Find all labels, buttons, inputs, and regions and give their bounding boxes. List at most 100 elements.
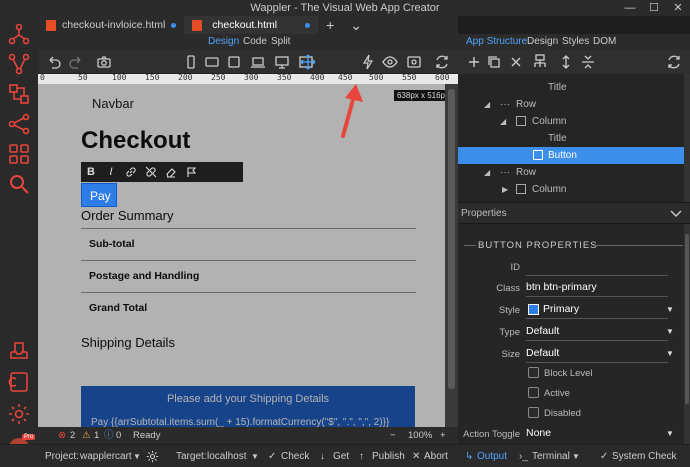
chevron-down-icon[interactable]: ▼ <box>133 445 141 467</box>
italic-button[interactable]: I <box>101 162 121 182</box>
tree-node-title[interactable]: Title <box>458 79 684 96</box>
style-select[interactable]: Primary <box>543 303 579 315</box>
expanded-caret-icon[interactable]: ◢ <box>484 96 490 113</box>
move-arrows-icon[interactable] <box>300 54 316 70</box>
tab-design-view[interactable]: Design <box>208 34 239 50</box>
resources-icon[interactable] <box>7 370 31 394</box>
properties-header[interactable]: Properties <box>458 202 690 224</box>
components-icon[interactable] <box>7 142 31 166</box>
type-select[interactable]: Default <box>526 325 559 337</box>
tree-node-column[interactable]: ▶ Column <box>458 181 684 198</box>
scroll-thumb[interactable] <box>685 234 689 404</box>
properties-scrollbar[interactable] <box>684 224 690 444</box>
tab-checkout[interactable]: checkout.html <box>184 16 319 34</box>
app-connect-icon[interactable] <box>7 22 31 46</box>
refresh-structure-icon[interactable] <box>666 54 682 70</box>
tree-node-row[interactable]: ◢ ··· Row <box>458 164 684 181</box>
abort-button[interactable]: Abort <box>424 445 448 467</box>
dropdown-caret-icon[interactable]: ▼ <box>666 305 674 314</box>
chevron-down-icon[interactable]: ▼ <box>251 445 259 467</box>
project-select[interactable]: wapplercart <box>80 445 132 467</box>
pay-button[interactable]: Pay <box>81 183 117 207</box>
project-settings-gear-icon[interactable] <box>146 450 159 463</box>
zoom-in-button[interactable]: + <box>440 427 446 444</box>
camera-icon[interactable] <box>96 54 112 70</box>
tree-node-row[interactable]: ◢ ··· Row <box>458 96 684 113</box>
bold-button[interactable]: B <box>81 162 101 182</box>
size-select[interactable]: Default <box>526 347 559 359</box>
active-checkbox[interactable] <box>528 387 539 398</box>
flag-icon[interactable] <box>181 162 201 182</box>
tablet-landscape-icon[interactable] <box>204 54 220 70</box>
tablet-icon[interactable] <box>226 54 242 70</box>
mobile-device-icon[interactable] <box>183 54 199 70</box>
tab-list-button[interactable]: ⌄ <box>342 16 370 34</box>
chevron-down-icon[interactable] <box>670 209 682 219</box>
system-check-button[interactable]: System Check <box>612 445 676 467</box>
tab-styles[interactable]: Styles <box>562 34 589 50</box>
expanded-caret-icon[interactable]: ◢ <box>484 164 490 181</box>
database-manager-icon[interactable] <box>7 82 31 106</box>
target-select[interactable]: localhost <box>207 445 246 467</box>
disabled-checkbox[interactable] <box>528 407 539 418</box>
dropdown-caret-icon[interactable]: ▼ <box>666 327 674 336</box>
settings-gear-icon[interactable] <box>7 402 31 426</box>
refresh-icon[interactable] <box>434 54 450 70</box>
output-tab[interactable]: Output <box>477 445 507 467</box>
maximize-button[interactable]: ☐ <box>642 0 666 16</box>
tree-node-button[interactable]: Button <box>458 147 684 164</box>
close-button[interactable]: ✕ <box>666 0 690 16</box>
live-view-icon[interactable] <box>406 54 422 70</box>
desktop-icon[interactable] <box>274 54 290 70</box>
block-level-checkbox[interactable] <box>528 367 539 378</box>
tab-app-structure[interactable]: App Structure <box>466 34 527 50</box>
tab-code-view[interactable]: Code <box>243 34 267 50</box>
dropdown-caret-icon[interactable]: ▼ <box>666 349 674 358</box>
chevron-down-icon[interactable]: ▼ <box>572 445 580 467</box>
link-icon[interactable] <box>121 162 141 182</box>
tree-scrollbar[interactable] <box>684 74 690 202</box>
action-toggle-select[interactable]: None <box>526 427 551 439</box>
lightning-icon[interactable] <box>360 54 376 70</box>
design-canvas[interactable]: Navbar Checkout Order Summary Sub-total … <box>38 84 458 427</box>
scroll-thumb[interactable] <box>448 89 455 389</box>
expanded-caret-icon[interactable]: ◢ <box>500 113 506 130</box>
tab-split-view[interactable]: Split <box>271 34 290 50</box>
laptop-icon[interactable] <box>250 54 266 70</box>
collapsed-caret-icon[interactable]: ▶ <box>502 181 508 198</box>
add-tab-button[interactable]: + <box>318 16 342 34</box>
dropdown-caret-icon[interactable]: ▼ <box>666 429 674 438</box>
tab-design-panel[interactable]: Design <box>527 34 558 50</box>
inbox-icon[interactable] <box>7 338 31 362</box>
zoom-out-button[interactable]: − <box>390 427 396 444</box>
server-connect-icon[interactable] <box>7 52 31 76</box>
eye-preview-icon[interactable] <box>382 54 398 70</box>
unlink-icon[interactable] <box>141 162 161 182</box>
tab-checkout-invoice[interactable]: checkout-invloice.html <box>38 16 184 34</box>
add-element-icon[interactable] <box>466 54 482 70</box>
check-button[interactable]: Check <box>281 445 309 467</box>
tab-dom[interactable]: DOM <box>593 34 616 50</box>
zoom-level[interactable]: 100% <box>408 427 432 444</box>
error-icon[interactable]: ⊗ <box>58 427 66 444</box>
duplicate-icon[interactable] <box>486 54 502 70</box>
get-button[interactable]: Get <box>333 445 349 467</box>
class-input[interactable]: btn btn-primary <box>526 281 597 293</box>
eraser-icon[interactable] <box>161 162 181 182</box>
tree-node-title[interactable]: Title <box>458 130 684 147</box>
structure-icon[interactable] <box>532 54 548 70</box>
minimize-button[interactable]: — <box>618 0 642 16</box>
search-icon[interactable] <box>7 172 31 196</box>
collapse-icon[interactable] <box>580 54 596 70</box>
expand-icon[interactable] <box>558 54 574 70</box>
redo-icon[interactable] <box>68 54 84 70</box>
canvas-scrollbar[interactable] <box>445 84 458 427</box>
publish-button[interactable]: Publish <box>372 445 405 467</box>
undo-icon[interactable] <box>46 54 62 70</box>
delete-icon[interactable] <box>508 54 524 70</box>
id-input[interactable] <box>526 260 668 274</box>
terminal-tab[interactable]: Terminal <box>532 445 570 467</box>
tree-node-column[interactable]: ◢ Column <box>458 113 684 130</box>
info-icon[interactable]: ⓘ <box>104 427 114 444</box>
sharing-icon[interactable] <box>7 112 31 136</box>
